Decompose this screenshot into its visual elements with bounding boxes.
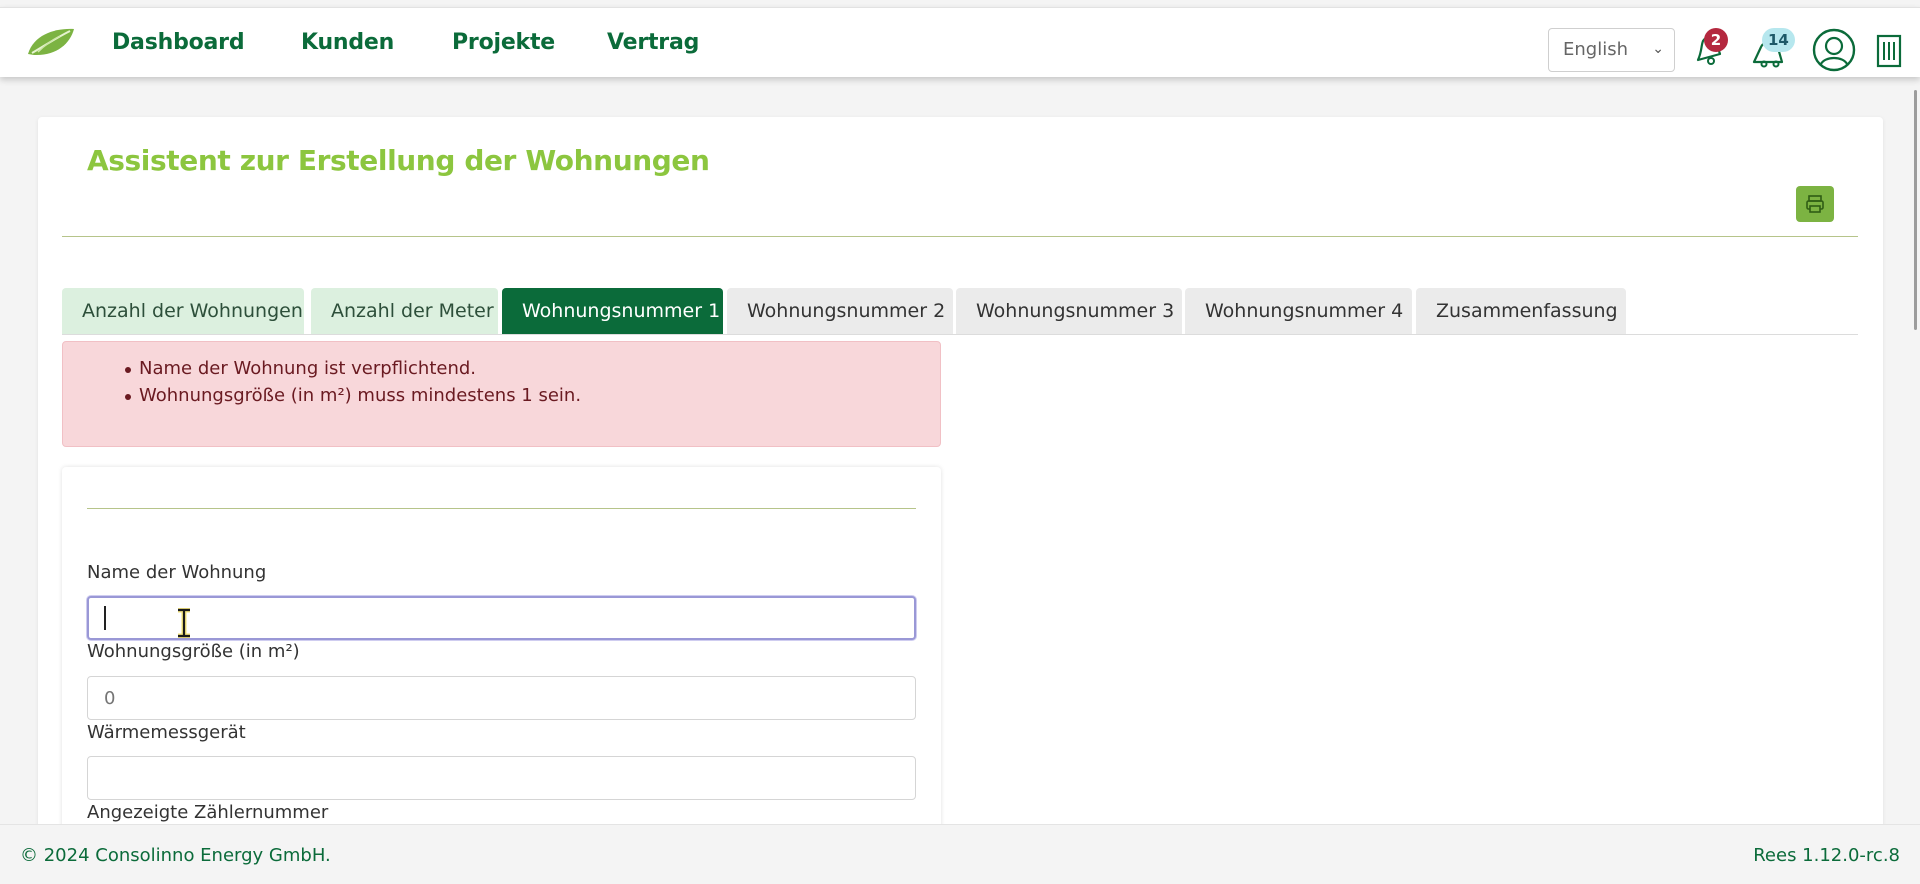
page-scrollbar-thumb[interactable]: [1914, 90, 1917, 330]
tab-wohnungsnummer-1[interactable]: Wohnungsnummer 1: [502, 288, 723, 334]
nav-projekte[interactable]: Projekte: [452, 30, 555, 55]
text-cursor-icon: [178, 608, 190, 638]
chevron-down-icon: ⌄: [1652, 41, 1664, 57]
error-list: Name der Wohnung ist verpflichtend. Wohn…: [124, 358, 582, 412]
top-navigation-bar: Dashboard Kunden Projekte Vertrag Englis…: [0, 7, 1920, 77]
nav-kunden[interactable]: Kunden: [301, 30, 394, 55]
apartment-size-input[interactable]: [87, 676, 916, 720]
apartment-name-input[interactable]: [87, 596, 916, 640]
print-button[interactable]: [1796, 186, 1834, 222]
printer-icon: [1806, 195, 1824, 213]
footer: © 2024 Consolinno Energy GmbH. Rees 1.12…: [0, 824, 1920, 884]
validation-error-alert: Name der Wohnung ist verpflichtend. Wohn…: [62, 341, 941, 447]
tab-anzahl-meter[interactable]: Anzahl der Meter: [311, 288, 498, 334]
tab-anzahl-wohnungen[interactable]: Anzahl der Wohnungen: [62, 288, 304, 334]
error-item-name-required: Name der Wohnung ist verpflichtend.: [124, 358, 581, 379]
messages-count-badge: 14: [1762, 28, 1795, 52]
building-button[interactable]: [1874, 30, 1904, 70]
apartment-size-label: Wohnungsgröße (in m²): [87, 641, 300, 662]
footer-version: Rees 1.12.0-rc.8: [1753, 845, 1900, 866]
tab-wohnungsnummer-4[interactable]: Wohnungsnummer 4: [1185, 288, 1412, 334]
building-icon: [1876, 34, 1902, 68]
footer-copyright: © 2024 Consolinno Energy GmbH.: [20, 845, 331, 866]
tabs-divider: [62, 334, 1858, 335]
language-select[interactable]: English ⌄: [1548, 28, 1675, 72]
user-menu-button[interactable]: [1812, 28, 1856, 72]
apartment-name-label: Name der Wohnung: [87, 562, 267, 583]
page-title: Assistent zur Erstellung der Wohnungen: [87, 144, 710, 177]
tab-wohnungsnummer-3[interactable]: Wohnungsnummer 3: [956, 288, 1182, 334]
heat-meter-label: Wärmemessgerät: [87, 722, 246, 743]
tab-zusammenfassung[interactable]: Zusammenfassung: [1416, 288, 1626, 334]
heat-meter-input[interactable]: [87, 756, 916, 800]
title-divider: [62, 236, 1858, 237]
leaf-logo-icon[interactable]: [26, 26, 76, 58]
nav-dashboard[interactable]: Dashboard: [112, 30, 245, 55]
notifications-button[interactable]: 2: [1690, 28, 1730, 70]
user-avatar-icon: [1812, 28, 1856, 72]
tab-wohnungsnummer-2[interactable]: Wohnungsnummer 2: [727, 288, 953, 334]
form-divider: [87, 508, 916, 509]
language-select-value: English: [1563, 39, 1628, 60]
error-item-size-min: Wohnungsgröße (in m²) muss mindestens 1 …: [124, 385, 582, 406]
notifications-count-badge: 2: [1704, 28, 1728, 52]
nav-vertrag[interactable]: Vertrag: [607, 30, 699, 55]
displayed-meter-number-label: Angezeigte Zählernummer: [87, 802, 329, 823]
text-caret: [104, 606, 106, 630]
messages-button[interactable]: 14: [1750, 28, 1795, 70]
